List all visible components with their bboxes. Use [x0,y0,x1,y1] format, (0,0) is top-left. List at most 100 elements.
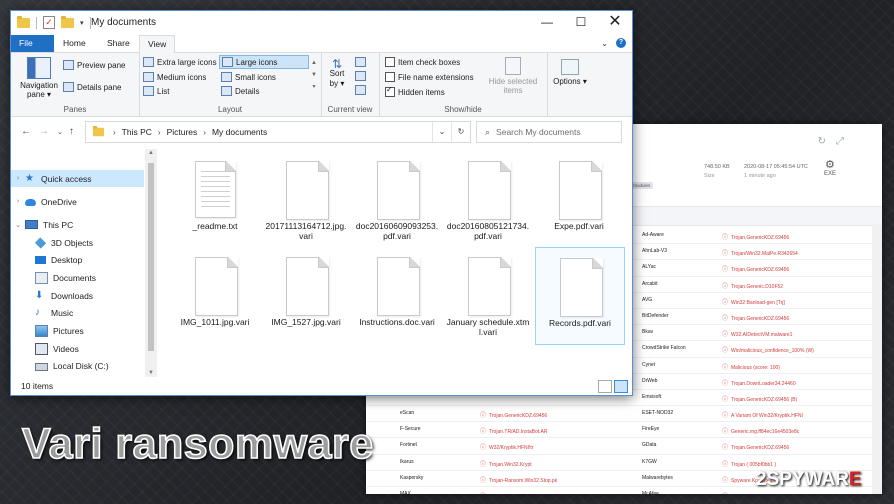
file-item[interactable]: IMG_1527.jpg.vari [262,247,350,343]
expand-chevron-icon[interactable]: › [11,198,25,205]
file-item[interactable]: 20171113164712.jpg.vari [262,151,350,247]
refresh-icon[interactable]: ↻ [818,136,836,147]
hidden-items-label: Hidden items [398,87,445,97]
breadcrumb-this-pc[interactable]: This PC [122,127,152,137]
new-folder-icon[interactable] [61,15,74,28]
properties-icon[interactable]: ✓ [43,16,55,29]
navigation-scrollbar[interactable]: ▲ ▼ [145,149,157,377]
details-view-icon[interactable] [598,380,612,393]
breadcrumb-pictures[interactable]: Pictures [167,127,198,137]
file-name-extensions-checkbox[interactable] [385,72,395,82]
add-columns-icon[interactable] [355,71,366,81]
hidden-items-toggle[interactable]: Hidden items [385,85,445,98]
music-icon: ♪ [35,306,40,318]
sidebar-item-pictures[interactable]: Pictures [11,322,144,339]
navigation-pane-label: Navigation pane ▾ [20,81,58,99]
tab-view[interactable]: View [139,35,176,54]
file-icon [468,257,511,316]
sidebar-item-label: Pictures [53,325,84,336]
small-icons-option[interactable]: Small icons [221,71,276,83]
sidebar-item-quick-access[interactable]: › ★ Quick access [11,170,144,187]
sidebar-item-this-pc[interactable]: ⌄ This PC [11,216,144,233]
sidebar-item-3d-objects[interactable]: 3D Objects [11,234,144,251]
customize-toolbar-icon[interactable]: ▾ [80,19,84,27]
forward-arrow-icon[interactable]: → [39,126,49,137]
details-option[interactable]: Details [221,85,259,97]
chevron-down-icon[interactable]: ⌄ [601,39,608,48]
engine-name: ESET-NOD32 [642,410,674,417]
minimize-button[interactable]: — [530,11,564,35]
sidebar-item-music[interactable]: ♪ Music [11,304,144,321]
sidebar-item-desktop[interactable]: Desktop [11,251,144,268]
sidebar-item-local-disk-c[interactable]: Local Disk (C:) [11,357,144,374]
sidebar-item-downloads[interactable]: ⬇ Downloads [11,287,144,304]
file-item[interactable]: January schedule.xtml.vari [444,247,532,343]
scroll-up-icon[interactable]: ▲ [145,150,157,156]
file-item[interactable]: Instructions.doc.vari [353,247,441,343]
close-button[interactable]: ✕ [598,11,632,35]
large-icons-option[interactable]: Large icons [219,55,309,69]
file-item[interactable]: Records.pdf.vari [535,247,625,345]
expand-chevron-icon[interactable]: › [11,175,25,182]
back-arrow-icon[interactable]: ← [21,126,31,137]
engine-name: Kaspersky [400,474,424,481]
extra-large-icons-option[interactable]: Extra large icons [143,56,217,68]
file-name-extensions-toggle[interactable]: File name extensions [385,71,474,83]
tab-share[interactable]: Share [99,35,138,52]
search-box[interactable]: ⌕ Search My documents [476,121,622,143]
computer-icon [25,220,38,229]
recent-locations-icon[interactable]: ⌄ [57,128,63,136]
medium-icons-option[interactable]: Medium icons [143,71,206,83]
address-history-icon[interactable]: ⌄ [432,122,451,142]
navigation-pane: › ★ Quick access › OneDrive ⌄ This PC 3D Object… [11,147,159,377]
tab-file[interactable]: File [11,35,54,52]
hide-selected-items-button[interactable]: Hide selected items [485,57,541,95]
maximize-button[interactable]: ☐ [564,11,598,35]
ribbon-tabs: File Home Share View ⌄ ? [11,35,632,54]
file-item[interactable]: _readme.txt [171,151,259,247]
details-label: Details [235,86,260,96]
layout-gallery-scroll[interactable]: ▲ ▼ ▾ [311,57,317,93]
tab-home[interactable]: Home [55,35,94,52]
view-tools [355,57,366,95]
scroll-thumb[interactable] [148,163,154,351]
sidebar-item-documents[interactable]: Documents [11,269,144,286]
options-button[interactable]: Options ▾ [549,59,591,87]
title-bar: ✓ ▾ My documents — ☐ ✕ [11,11,632,35]
breadcrumb-separator[interactable]: › [158,128,161,137]
file-item[interactable]: doc20160805121734.pdf.vari [444,151,532,247]
file-item[interactable]: doc20160609093253.pdf.vari [353,151,441,247]
scroll-down-icon[interactable]: ▼ [145,370,157,376]
desktop-icon [35,255,46,264]
file-icon [195,257,238,316]
details-pane-button[interactable]: Details pane [63,81,121,93]
sidebar-item-videos[interactable]: Videos [11,340,144,357]
file-item[interactable]: Expe.pdf.vari [535,151,623,247]
navigation-pane-button[interactable]: Navigation pane ▾ [15,57,63,99]
list-option[interactable]: List [143,85,169,97]
file-item[interactable]: IMG_1011.jpg.vari [171,247,259,343]
scan-date: 2020-08-17 05:45:54 UTC 1 minute ago [744,164,808,179]
up-arrow-icon[interactable]: ↑ [69,126,74,137]
group-by-icon[interactable] [355,57,366,67]
sidebar-item-onedrive[interactable]: › OneDrive [11,193,144,210]
preview-pane-button[interactable]: Preview pane [63,59,125,71]
breadcrumb-separator[interactable]: › [113,128,116,137]
videos-icon [35,342,48,355]
detection-result: Trojan.GenericKDZ.69456 [722,232,789,241]
hidden-items-checkbox[interactable] [385,85,395,97]
sort-by-button[interactable]: ⇅ Sort by ▾ [325,58,349,89]
large-icons-view-icon[interactable] [614,380,628,393]
breadcrumb-separator[interactable]: › [203,128,206,137]
address-bar[interactable]: › This PC › Pictures › My documents ⌄ ↻ [85,121,471,143]
refresh-icon[interactable]: ↻ [451,122,470,142]
group-label-panes: Panes [63,105,87,114]
expand-icon[interactable]: ⤢ [836,136,854,147]
breadcrumb-my-documents[interactable]: My documents [212,127,267,137]
expand-chevron-icon[interactable]: ⌄ [11,221,25,229]
item-check-boxes-toggle[interactable]: Item check boxes [385,56,460,68]
help-icon[interactable]: ? [616,38,626,48]
size-columns-icon[interactable] [355,85,366,95]
scan-scrollbar[interactable] [872,224,882,494]
item-check-boxes-checkbox[interactable] [385,57,395,67]
